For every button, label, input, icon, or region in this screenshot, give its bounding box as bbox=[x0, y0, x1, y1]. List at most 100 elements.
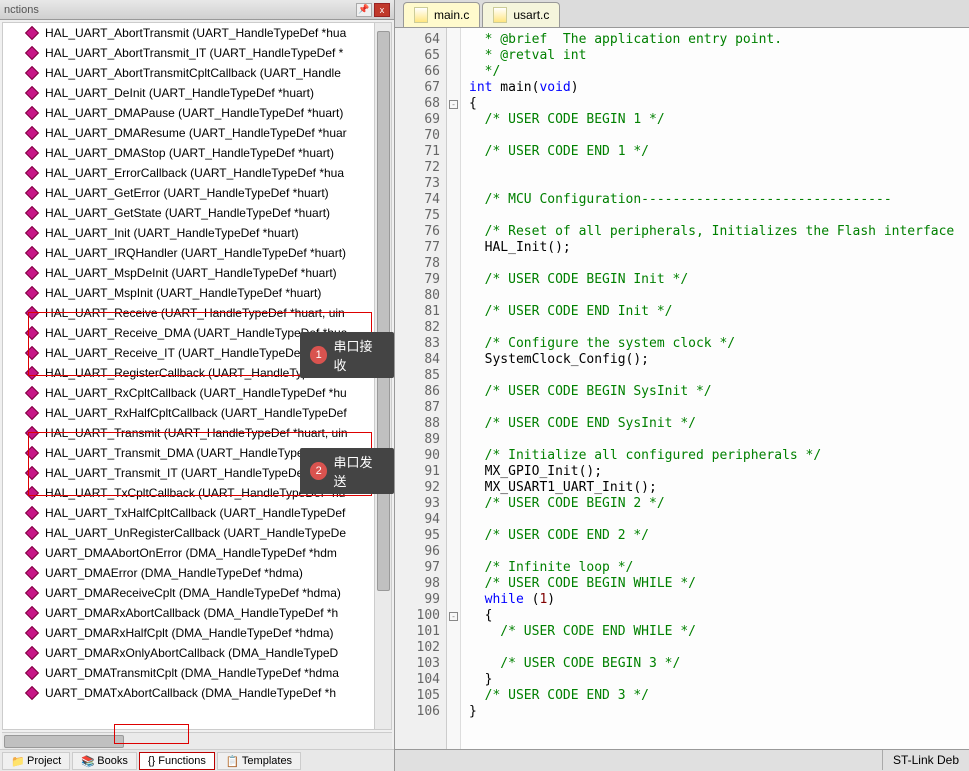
code-line[interactable]: { bbox=[469, 96, 961, 112]
code-line[interactable]: { bbox=[469, 608, 961, 624]
function-item[interactable]: HAL_UART_MspDeInit (UART_HandleTypeDef *… bbox=[3, 263, 391, 283]
fold-marker[interactable] bbox=[447, 208, 460, 224]
fold-marker[interactable] bbox=[447, 400, 460, 416]
scrollbar-horizontal[interactable] bbox=[2, 732, 392, 749]
fold-marker[interactable] bbox=[447, 480, 460, 496]
code-line[interactable] bbox=[469, 544, 961, 560]
code-line[interactable]: /* USER CODE END Init */ bbox=[469, 304, 961, 320]
function-item[interactable]: HAL_UART_AbortTransmit_IT (UART_HandleTy… bbox=[3, 43, 391, 63]
fold-marker[interactable] bbox=[447, 512, 460, 528]
fold-marker[interactable] bbox=[447, 32, 460, 48]
function-item[interactable]: UART_DMARxOnlyAbortCallback (DMA_HandleT… bbox=[3, 643, 391, 663]
code-line[interactable]: /* USER CODE BEGIN 2 */ bbox=[469, 496, 961, 512]
editor-body[interactable]: 6465666768697071727374757677787980818283… bbox=[395, 28, 969, 749]
function-item[interactable]: HAL_UART_DMAStop (UART_HandleTypeDef *hu… bbox=[3, 143, 391, 163]
function-item[interactable]: HAL_UART_IRQHandler (UART_HandleTypeDef … bbox=[3, 243, 391, 263]
function-item[interactable]: HAL_UART_RxHalfCpltCallback (UART_Handle… bbox=[3, 403, 391, 423]
function-item[interactable]: HAL_UART_Receive (UART_HandleTypeDef *hu… bbox=[3, 303, 391, 323]
fold-marker[interactable]: - bbox=[447, 96, 460, 112]
fold-marker[interactable] bbox=[447, 432, 460, 448]
fold-marker[interactable] bbox=[447, 224, 460, 240]
fold-column[interactable]: -- bbox=[447, 28, 461, 749]
fold-marker[interactable] bbox=[447, 384, 460, 400]
code-line[interactable]: /* USER CODE BEGIN 3 */ bbox=[469, 656, 961, 672]
code-line[interactable]: /* USER CODE END SysInit */ bbox=[469, 416, 961, 432]
code-line[interactable]: MX_GPIO_Init(); bbox=[469, 464, 961, 480]
code-line[interactable]: HAL_Init(); bbox=[469, 240, 961, 256]
code-line[interactable]: MX_USART1_UART_Init(); bbox=[469, 480, 961, 496]
code-line[interactable]: /* Reset of all peripherals, Initializes… bbox=[469, 224, 961, 240]
code-line[interactable] bbox=[469, 128, 961, 144]
code-line[interactable]: /* USER CODE BEGIN Init */ bbox=[469, 272, 961, 288]
code-line[interactable]: /* Initialize all configured peripherals… bbox=[469, 448, 961, 464]
fold-marker[interactable] bbox=[447, 560, 460, 576]
fold-marker[interactable] bbox=[447, 176, 460, 192]
code-line[interactable]: /* USER CODE END 3 */ bbox=[469, 688, 961, 704]
function-item[interactable]: HAL_UART_DeInit (UART_HandleTypeDef *hua… bbox=[3, 83, 391, 103]
code-area[interactable]: * @brief The application entry point. * … bbox=[461, 28, 969, 749]
tab-main-c[interactable]: main.c bbox=[403, 2, 480, 27]
function-item[interactable]: UART_DMATxAbortCallback (DMA_HandleTypeD… bbox=[3, 683, 391, 703]
function-item[interactable]: HAL_UART_Init (UART_HandleTypeDef *huart… bbox=[3, 223, 391, 243]
function-item[interactable]: HAL_UART_DMAPause (UART_HandleTypeDef *h… bbox=[3, 103, 391, 123]
fold-marker[interactable] bbox=[447, 288, 460, 304]
function-item[interactable]: HAL_UART_Transmit (UART_HandleTypeDef *h… bbox=[3, 423, 391, 443]
fold-marker[interactable] bbox=[447, 624, 460, 640]
code-line[interactable]: } bbox=[469, 672, 961, 688]
function-item[interactable]: UART_DMARxHalfCplt (DMA_HandleTypeDef *h… bbox=[3, 623, 391, 643]
fold-marker[interactable] bbox=[447, 496, 460, 512]
fold-marker[interactable] bbox=[447, 240, 460, 256]
code-line[interactable] bbox=[469, 160, 961, 176]
fold-marker[interactable] bbox=[447, 160, 460, 176]
tab-books[interactable]: 📚 Books bbox=[72, 752, 137, 770]
code-line[interactable] bbox=[469, 400, 961, 416]
code-line[interactable]: */ bbox=[469, 64, 961, 80]
code-line[interactable]: /* USER CODE END WHILE */ bbox=[469, 624, 961, 640]
function-item[interactable]: HAL_UART_GetError (UART_HandleTypeDef *h… bbox=[3, 183, 391, 203]
scroll-thumb[interactable] bbox=[377, 31, 390, 591]
code-line[interactable] bbox=[469, 256, 961, 272]
function-item[interactable]: HAL_UART_DMAResume (UART_HandleTypeDef *… bbox=[3, 123, 391, 143]
fold-marker[interactable] bbox=[447, 48, 460, 64]
fold-marker[interactable] bbox=[447, 256, 460, 272]
function-item[interactable]: UART_DMAError (DMA_HandleTypeDef *hdma) bbox=[3, 563, 391, 583]
fold-marker[interactable] bbox=[447, 448, 460, 464]
fold-marker[interactable] bbox=[447, 576, 460, 592]
code-line[interactable]: /* USER CODE BEGIN SysInit */ bbox=[469, 384, 961, 400]
fold-marker[interactable] bbox=[447, 656, 460, 672]
code-line[interactable] bbox=[469, 512, 961, 528]
fold-marker[interactable] bbox=[447, 320, 460, 336]
code-line[interactable]: /* Configure the system clock */ bbox=[469, 336, 961, 352]
tab-templates[interactable]: 📋 Templates bbox=[217, 752, 301, 770]
code-line[interactable]: /* USER CODE END 1 */ bbox=[469, 144, 961, 160]
fold-marker[interactable] bbox=[447, 640, 460, 656]
code-line[interactable]: * @brief The application entry point. bbox=[469, 32, 961, 48]
fold-marker[interactable] bbox=[447, 112, 460, 128]
fold-marker[interactable]: - bbox=[447, 608, 460, 624]
fold-marker[interactable] bbox=[447, 144, 460, 160]
function-item[interactable]: HAL_UART_ErrorCallback (UART_HandleTypeD… bbox=[3, 163, 391, 183]
code-line[interactable] bbox=[469, 368, 961, 384]
code-line[interactable] bbox=[469, 208, 961, 224]
fold-marker[interactable] bbox=[447, 544, 460, 560]
function-item[interactable]: HAL_UART_UnRegisterCallback (UART_Handle… bbox=[3, 523, 391, 543]
tab-usart-c[interactable]: usart.c bbox=[482, 2, 560, 27]
tab-functions[interactable]: {} Functions bbox=[139, 752, 215, 770]
code-line[interactable]: int main(void) bbox=[469, 80, 961, 96]
fold-marker[interactable] bbox=[447, 272, 460, 288]
code-line[interactable]: } bbox=[469, 704, 961, 720]
close-button[interactable]: x bbox=[374, 3, 390, 17]
function-item[interactable]: UART_DMARxAbortCallback (DMA_HandleTypeD… bbox=[3, 603, 391, 623]
tab-project[interactable]: 📁 Project bbox=[2, 752, 70, 770]
code-line[interactable]: /* USER CODE BEGIN 1 */ bbox=[469, 112, 961, 128]
code-line[interactable]: * @retval int bbox=[469, 48, 961, 64]
function-item[interactable]: UART_DMATransmitCplt (DMA_HandleTypeDef … bbox=[3, 663, 391, 683]
scroll-thumb-h[interactable] bbox=[4, 735, 124, 748]
fold-marker[interactable] bbox=[447, 704, 460, 720]
code-line[interactable]: /* USER CODE BEGIN WHILE */ bbox=[469, 576, 961, 592]
function-item[interactable]: HAL_UART_AbortTransmit (UART_HandleTypeD… bbox=[3, 23, 391, 43]
function-item[interactable]: HAL_UART_RxCpltCallback (UART_HandleType… bbox=[3, 383, 391, 403]
fold-marker[interactable] bbox=[447, 192, 460, 208]
fold-marker[interactable] bbox=[447, 352, 460, 368]
fold-marker[interactable] bbox=[447, 592, 460, 608]
